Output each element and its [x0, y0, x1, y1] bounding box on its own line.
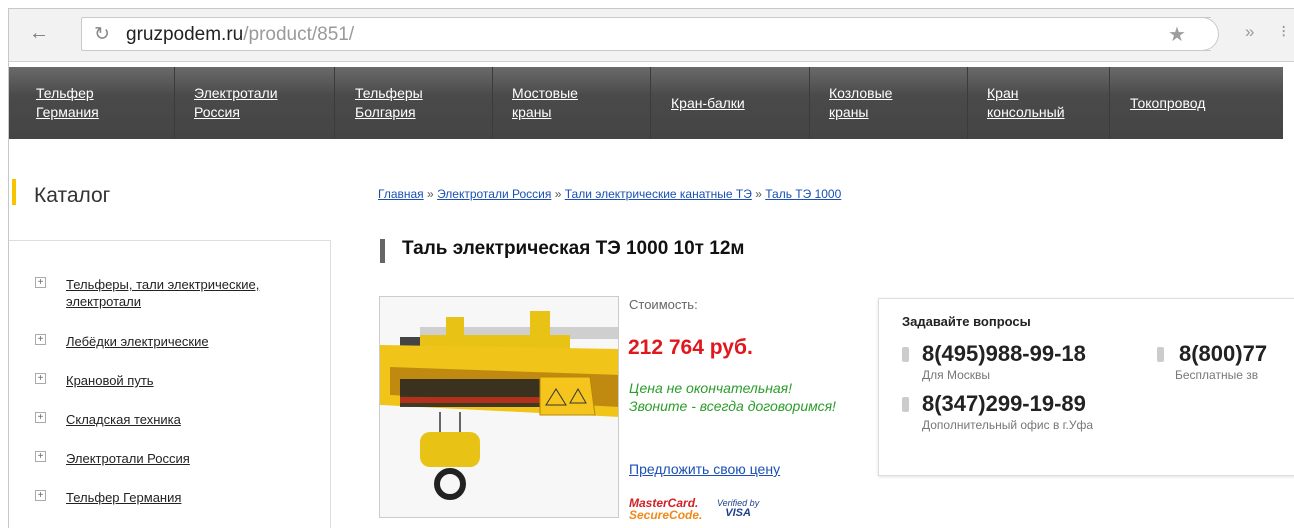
nav-item-telfer-germany[interactable]: Тельфер Германия — [36, 67, 99, 139]
catalog-marker — [12, 179, 16, 205]
nav-divider — [334, 67, 335, 139]
nav-divider — [809, 67, 810, 139]
nav-divider — [492, 67, 493, 139]
phone-icon — [1157, 347, 1164, 362]
top-nav: Тельфер Германия Электротали Россия Тельфе… — [9, 67, 1283, 139]
phone-note: Дополнительный офис в г.Уфа — [922, 418, 1094, 432]
contact-title: Задавайте вопросы — [902, 314, 1031, 329]
catalog-item[interactable]: + Тельфер Германия — [35, 489, 306, 506]
price-value: 212 764 руб. — [628, 336, 753, 359]
catalog-item[interactable]: + Тельферы, тали электрические, электрота… — [35, 276, 306, 310]
nav-divider — [174, 67, 175, 139]
catalog-title: Каталог — [34, 184, 111, 207]
price-note: Цена не окончательная! Звоните - всегда … — [629, 380, 836, 414]
browser-window: ← ↻ gruzpodem.ru/product/851/ ★ » ⁝ Тель… — [8, 8, 1294, 528]
phone-number[interactable]: 8(347)299-19-89 — [922, 391, 1086, 417]
nav-item-electrotali-russia[interactable]: Электротали Россия — [194, 67, 278, 139]
menu-icon[interactable]: ⁝ — [1281, 22, 1286, 42]
nav-item-telfery-bulgaria[interactable]: Тельферы Болгария — [355, 67, 423, 139]
catalog-item[interactable]: + Крановой путь — [35, 372, 306, 389]
hoist-illustration — [380, 297, 618, 517]
phone-icon — [902, 397, 909, 412]
expand-plus-icon[interactable]: + — [35, 334, 46, 345]
mastercard-securecode-logo: MasterCard. SecureCode. — [629, 496, 703, 522]
breadcrumb-level3[interactable]: Таль ТЭ 1000 — [765, 187, 841, 201]
phone-icon — [902, 347, 909, 362]
catalog-item-label[interactable]: Крановой путь — [66, 372, 306, 389]
offer-price-link[interactable]: Предложить свою цену — [629, 461, 780, 477]
phone-number[interactable]: 8(800)77 — [1179, 341, 1267, 367]
address-bar-end — [1195, 17, 1219, 51]
reload-icon[interactable]: ↻ — [94, 23, 110, 46]
expand-plus-icon[interactable]: + — [35, 277, 46, 288]
catalog-item-label[interactable]: Лебёдки электрические — [66, 333, 306, 350]
verified-by-visa-logo: Verified by VISA — [717, 498, 760, 519]
price-label: Стоимость: — [629, 297, 698, 312]
catalog-item[interactable]: + Электротали Россия — [35, 450, 306, 467]
expand-plus-icon[interactable]: + — [35, 451, 46, 462]
title-marker — [380, 239, 385, 263]
breadcrumb-home[interactable]: Главная — [378, 187, 424, 201]
phone-number[interactable]: 8(495)988-99-18 — [922, 341, 1086, 367]
phone-note: Бесплатные зв — [1175, 368, 1259, 382]
catalog-item-label[interactable]: Электротали Россия — [66, 450, 306, 467]
nav-divider — [967, 67, 968, 139]
browser-toolbar: ← ↻ gruzpodem.ru/product/851/ ★ » ⁝ — [9, 9, 1294, 62]
nav-divider — [1109, 67, 1110, 139]
breadcrumb-level2[interactable]: Тали электрические канатные ТЭ — [565, 187, 752, 201]
expand-plus-icon[interactable]: + — [35, 490, 46, 501]
expand-plus-icon[interactable]: + — [35, 412, 46, 423]
nav-item-console-crane[interactable]: Кран консольный — [987, 67, 1065, 139]
extensions-overflow-icon[interactable]: » — [1245, 22, 1254, 42]
bookmark-star-icon[interactable]: ★ — [1168, 22, 1186, 47]
nav-item-bridge-cranes[interactable]: Мостовые краны — [512, 67, 578, 139]
breadcrumb-level1[interactable]: Электротали Россия — [437, 187, 551, 201]
product-image[interactable] — [379, 296, 619, 518]
catalog-item[interactable]: + Лебёдки электрические — [35, 333, 306, 350]
url-text[interactable]: gruzpodem.ru/product/851/ — [126, 24, 354, 46]
nav-item-crane-beams[interactable]: Кран-балки — [671, 67, 745, 139]
breadcrumb: Главная » Электротали Россия » Тали элек… — [378, 187, 842, 201]
expand-plus-icon[interactable]: + — [35, 373, 46, 384]
nav-item-conductor[interactable]: Токопровод — [1130, 67, 1205, 139]
nav-divider — [650, 67, 651, 139]
catalog-item-label[interactable]: Тельфер Германия — [66, 489, 306, 506]
catalog-item[interactable]: + Складская техника — [35, 411, 306, 428]
address-bar[interactable]: ↻ gruzpodem.ru/product/851/ ★ — [81, 17, 1211, 51]
catalog-item-label[interactable]: Складская техника — [66, 411, 306, 428]
back-arrow-icon[interactable]: ← — [25, 19, 53, 47]
catalog-item-label[interactable]: Тельферы, тали электрические, электротал… — [66, 276, 306, 310]
page-title: Таль электрическая ТЭ 1000 10т 12м — [402, 238, 745, 259]
phone-note: Для Москвы — [922, 368, 991, 382]
nav-item-gantry-cranes[interactable]: Козловые краны — [829, 67, 892, 139]
